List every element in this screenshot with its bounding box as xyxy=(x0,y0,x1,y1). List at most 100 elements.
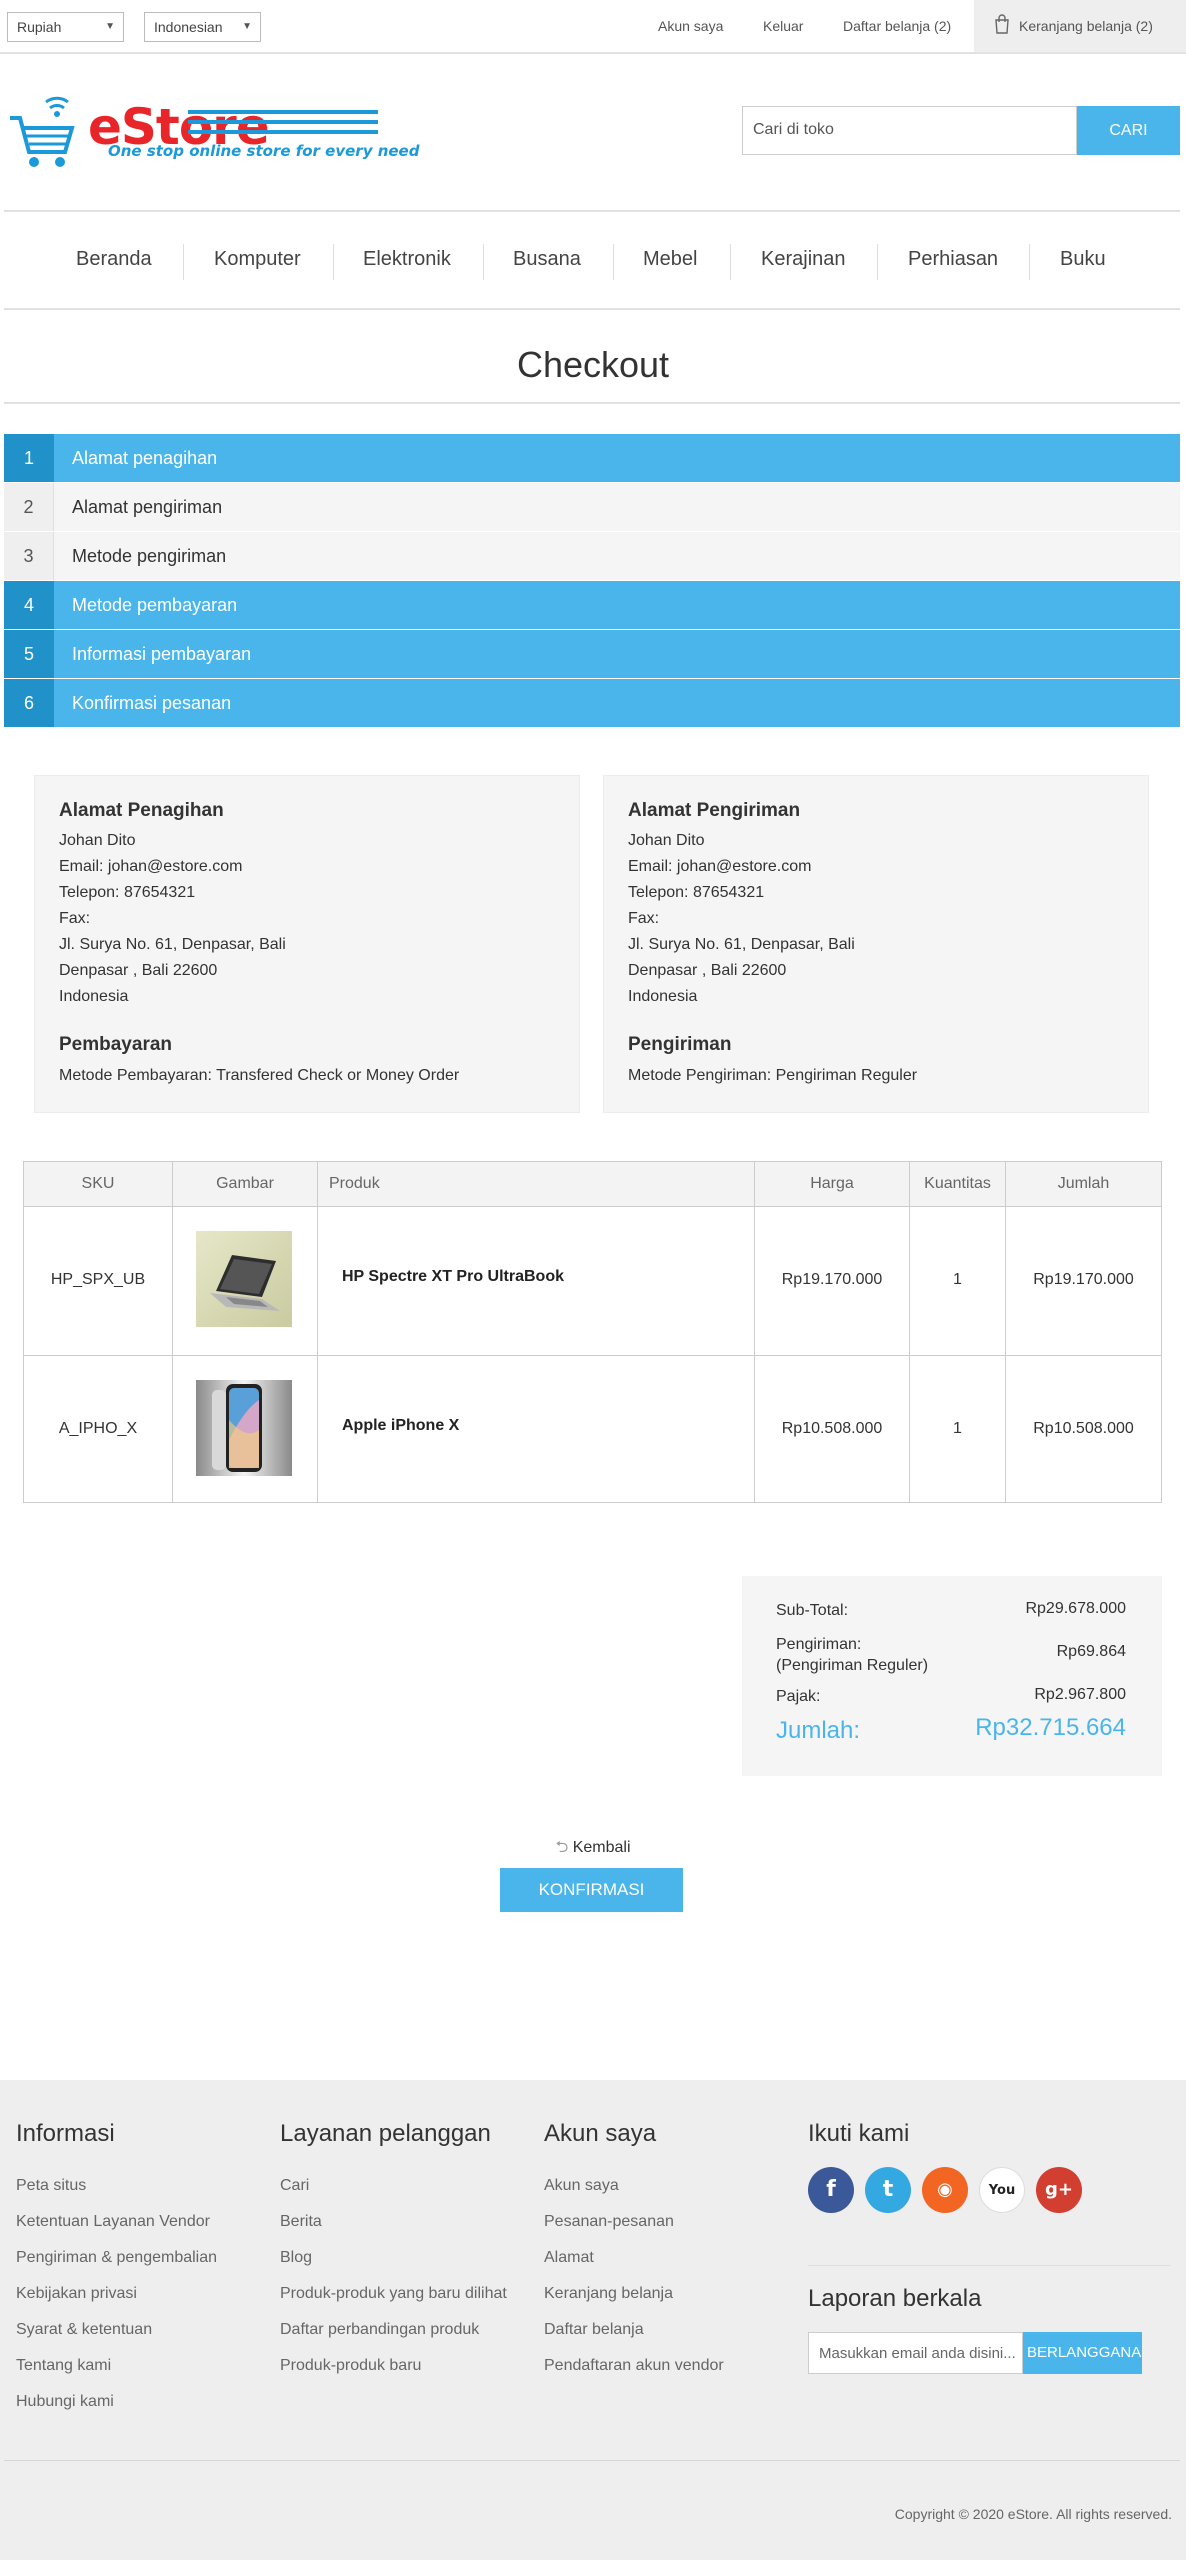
shipping-method-title: Pengiriman xyxy=(628,1034,732,1055)
newsletter-email-input[interactable]: Masukkan email anda disini... xyxy=(808,2332,1023,2374)
footer-link-privacy[interactable]: Kebijakan privasi xyxy=(16,2285,137,2303)
currency-select[interactable]: Rupiah ▼ xyxy=(7,12,124,42)
store-logo[interactable]: eStore One stop online store for every n… xyxy=(8,92,419,172)
divider xyxy=(808,2265,1170,2266)
divider xyxy=(4,2460,1180,2461)
footer: Informasi Peta situs Ketentuan Layanan V… xyxy=(0,2080,1186,2560)
google-plus-icon[interactable]: g+ xyxy=(1036,2167,1082,2213)
wishlist-link[interactable]: Daftar belanja (2) xyxy=(843,18,951,34)
item-total: Rp19.170.000 xyxy=(1033,1271,1134,1288)
footer-link-shipping-returns[interactable]: Pengiriman & pengembalian xyxy=(16,2249,217,2267)
footer-link-sitemap[interactable]: Peta situs xyxy=(16,2177,86,2195)
shipping-info-box: Alamat Pengiriman Johan Dito Email: joha… xyxy=(603,775,1149,1113)
col-header-total: Jumlah xyxy=(1006,1162,1161,1206)
shipping-country: Indonesia xyxy=(628,988,698,1005)
twitter-icon[interactable]: t xyxy=(865,2167,911,2213)
item-total: Rp10.508.000 xyxy=(1033,1420,1134,1437)
col-header-sku: SKU xyxy=(24,1162,172,1206)
language-select[interactable]: Indonesian ▼ xyxy=(144,12,261,42)
confirm-order-button[interactable]: KONFIRMASI xyxy=(500,1868,683,1912)
nav-item-books[interactable]: Buku xyxy=(1060,248,1106,271)
search-button[interactable]: CARI xyxy=(1077,106,1180,155)
step-number: 3 xyxy=(4,532,54,580)
top-bar: Rupiah ▼ Indonesian ▼ Akun saya Keluar D… xyxy=(0,0,1186,54)
footer-link-vendor-signup[interactable]: Pendaftaran akun vendor xyxy=(544,2357,724,2375)
step-label: Alamat pengiriman xyxy=(72,497,223,517)
laptop-icon xyxy=(210,1255,280,1311)
shopping-bag-icon xyxy=(994,14,1010,39)
footer-link-news[interactable]: Berita xyxy=(280,2213,322,2231)
product-image-laptop[interactable] xyxy=(196,1231,292,1327)
nav-item-jewelry[interactable]: Perhiasan xyxy=(908,248,998,271)
footer-link-addresses[interactable]: Alamat xyxy=(544,2249,594,2267)
back-link[interactable]: ⮌ Kembali xyxy=(0,1836,1186,1863)
shipping-email: Email: johan@estore.com xyxy=(628,858,812,875)
step-number: 1 xyxy=(4,434,54,482)
footer-link-vendor-terms[interactable]: Ketentuan Layanan Vendor xyxy=(16,2213,210,2231)
grand-total-label: Jumlah: xyxy=(776,1717,861,1744)
item-sku: A_IPHO_X xyxy=(58,1420,138,1437)
step-label: Konfirmasi pesanan xyxy=(72,693,232,713)
item-product-name[interactable]: HP Spectre XT Pro UltraBook xyxy=(342,1268,564,1286)
subscribe-button[interactable]: BERLANGGANAN xyxy=(1023,2332,1142,2374)
logout-link[interactable]: Keluar xyxy=(763,18,803,34)
nav-item-furniture[interactable]: Mebel xyxy=(643,248,697,271)
footer-link-compare[interactable]: Daftar perbandingan produk xyxy=(280,2321,479,2339)
order-items-table: SKU Gambar Produk Harga Kuantitas Jumlah… xyxy=(23,1161,1162,1503)
facebook-icon[interactable]: f xyxy=(808,2167,854,2213)
footer-link-new-products[interactable]: Produk-produk baru xyxy=(280,2357,421,2375)
cart-link[interactable]: Keranjang belanja (2) xyxy=(974,0,1186,52)
shipping-title: Alamat Pengiriman xyxy=(628,800,801,821)
footer-link-about[interactable]: Tentang kami xyxy=(16,2357,111,2375)
col-header-price: Harga xyxy=(755,1162,909,1206)
step-label: Informasi pembayaran xyxy=(72,644,252,664)
back-label: Kembali xyxy=(572,1839,631,1856)
main-nav: Beranda Komputer Elektronik Busana Mebel… xyxy=(4,210,1180,310)
footer-link-wishlist[interactable]: Daftar belanja xyxy=(544,2321,644,2339)
shipping-cost-value: Rp69.864 xyxy=(1056,1643,1126,1660)
col-header-qty: Kuantitas xyxy=(910,1162,1005,1206)
step-number: 2 xyxy=(4,483,54,531)
nav-item-electronics[interactable]: Elektronik xyxy=(363,248,451,271)
step-billing-address[interactable]: 1 Alamat penagihan xyxy=(4,434,1180,482)
step-shipping-address[interactable]: 2 Alamat pengiriman xyxy=(4,483,1180,531)
nav-item-home[interactable]: Beranda xyxy=(76,248,152,271)
footer-link-my-account[interactable]: Akun saya xyxy=(544,2177,619,2195)
table-row: HP_SPX_UB HP Spectre XT Pro UltraBook Rp… xyxy=(24,1207,1161,1355)
step-payment-method[interactable]: 4 Metode pembayaran xyxy=(4,581,1180,629)
footer-link-blog[interactable]: Blog xyxy=(280,2249,312,2267)
col-header-image: Gambar xyxy=(173,1162,317,1206)
subtotal-label: Sub-Total: xyxy=(776,1602,849,1619)
step-shipping-method[interactable]: 3 Metode pengiriman xyxy=(4,532,1180,580)
page-title: Checkout xyxy=(516,344,670,385)
col-header-product: Produk xyxy=(329,1162,629,1206)
product-image-phone[interactable] xyxy=(196,1380,292,1476)
nav-item-computers[interactable]: Komputer xyxy=(214,248,301,271)
item-product-name[interactable]: Apple iPhone X xyxy=(342,1417,459,1435)
rss-icon[interactable]: ◉ xyxy=(922,2167,968,2213)
back-arrow-icon: ⮌ xyxy=(555,1839,569,1856)
footer-link-search[interactable]: Cari xyxy=(280,2177,309,2195)
payment-title: Pembayaran xyxy=(59,1034,173,1055)
step-order-confirm[interactable]: 6 Konfirmasi pesanan xyxy=(4,679,1180,727)
nav-item-apparel[interactable]: Busana xyxy=(513,248,581,271)
step-number: 6 xyxy=(4,679,54,727)
step-payment-info[interactable]: 5 Informasi pembayaran xyxy=(4,630,1180,678)
nav-item-crafts[interactable]: Kerajinan xyxy=(761,248,846,271)
subtotal-value: Rp29.678.000 xyxy=(1025,1600,1126,1617)
shipping-cost-sublabel: (Pengiriman Reguler) xyxy=(776,1657,929,1674)
footer-link-recently-viewed[interactable]: Produk-produk yang baru dilihat xyxy=(280,2285,507,2303)
cart-logo-icon xyxy=(10,96,75,167)
footer-info-title: Informasi xyxy=(16,2120,115,2147)
billing-fax: Fax: xyxy=(59,910,91,927)
youtube-icon[interactable]: You xyxy=(979,2167,1025,2213)
footer-link-orders[interactable]: Pesanan-pesanan xyxy=(544,2213,674,2231)
footer-link-terms[interactable]: Syarat & ketentuan xyxy=(16,2321,152,2339)
billing-address-line1: Jl. Surya No. 61, Denpasar, Bali xyxy=(59,936,286,953)
billing-name: Johan Dito xyxy=(59,832,136,849)
footer-link-cart[interactable]: Keranjang belanja xyxy=(544,2285,673,2303)
footer-link-contact[interactable]: Hubungi kami xyxy=(16,2393,114,2411)
search-input[interactable]: Cari di toko xyxy=(742,106,1077,155)
item-price: Rp19.170.000 xyxy=(781,1271,883,1288)
my-account-link[interactable]: Akun saya xyxy=(658,18,723,34)
